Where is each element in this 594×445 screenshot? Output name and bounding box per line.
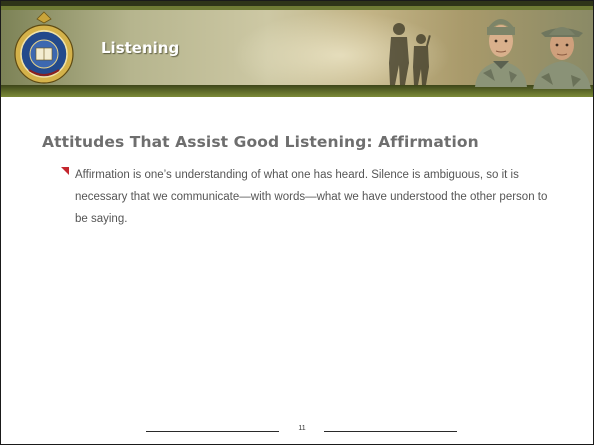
banner-title: Listening xyxy=(101,39,180,57)
bullet-text: Affirmation is one’s understanding of wh… xyxy=(75,169,548,225)
soldier-silhouette-icon xyxy=(389,23,431,85)
soldier-portrait-icon xyxy=(533,27,591,89)
red-triangle-bullet-icon xyxy=(61,167,69,175)
bullet-item: Affirmation is one’s understanding of wh… xyxy=(61,164,551,230)
header-banner: Listening xyxy=(1,1,593,97)
slide-heading: Attitudes That Assist Good Listening: Af… xyxy=(42,133,479,151)
footer-rule-left xyxy=(146,431,279,432)
soldier-portrait-icon xyxy=(475,19,527,87)
army-seal-icon xyxy=(14,11,74,84)
slide: Listening Attitudes That Assist Good Lis… xyxy=(0,0,594,445)
footer-rule-right xyxy=(324,431,457,432)
page-number: 11 xyxy=(298,425,306,432)
